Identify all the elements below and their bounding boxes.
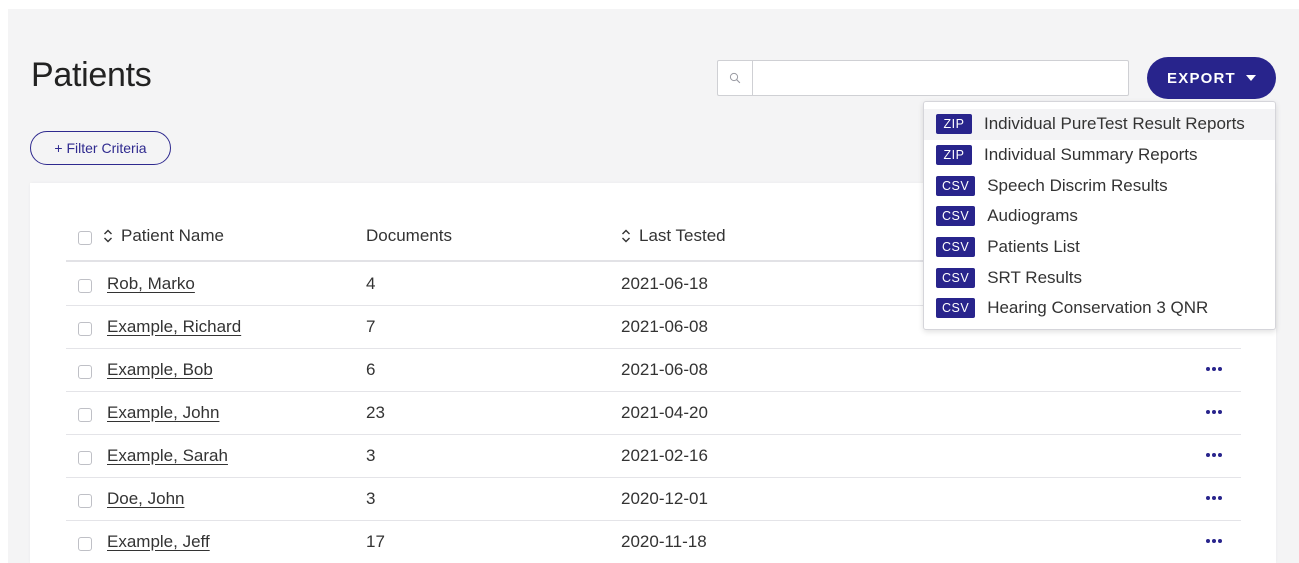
row-checkbox[interactable] — [78, 537, 92, 551]
table-row: Example, Sarah 3 2021-02-16 — [66, 435, 1241, 478]
more-options-icon[interactable] — [1203, 402, 1225, 422]
documents-count: 4 — [366, 274, 376, 293]
export-option-speech-discrim[interactable]: CSV Speech Discrim Results — [924, 170, 1275, 201]
export-button[interactable]: EXPORT — [1147, 57, 1276, 99]
row-checkbox[interactable] — [78, 322, 92, 336]
export-option-srt-results[interactable]: CSV SRT Results — [924, 262, 1275, 293]
documents-count: 6 — [366, 360, 376, 379]
export-dropdown-menu: ZIP Individual PureTest Result Reports Z… — [923, 101, 1276, 330]
page-title: Patients — [31, 56, 152, 94]
format-badge: CSV — [936, 237, 976, 258]
more-options-icon[interactable] — [1203, 488, 1225, 508]
filter-criteria-button[interactable]: + Filter Criteria — [30, 131, 171, 165]
export-option-label: SRT Results — [987, 267, 1082, 287]
search-icon-glyph — [729, 72, 741, 84]
column-label-patient-name: Patient Name — [121, 226, 224, 245]
export-option-hearing-conservation[interactable]: CSV Hearing Conservation 3 QNR — [924, 293, 1275, 324]
format-badge: ZIP — [936, 145, 972, 166]
table-row: Doe, John 3 2020-12-01 — [66, 478, 1241, 521]
format-badge: ZIP — [936, 114, 972, 135]
last-tested-date: 2021-06-08 — [621, 317, 708, 336]
patient-name-link[interactable]: Example, Sarah — [107, 446, 228, 466]
export-option-label: Individual PureTest Result Reports — [984, 114, 1245, 134]
more-options-icon[interactable] — [1203, 445, 1225, 465]
format-badge: CSV — [936, 175, 976, 196]
table-row: Example, John 23 2021-04-20 — [66, 392, 1241, 435]
last-tested-date: 2020-11-18 — [621, 532, 707, 551]
sort-icon — [622, 229, 630, 243]
export-option-label: Speech Discrim Results — [987, 175, 1168, 195]
caret-down-icon — [1245, 75, 1256, 81]
patient-name-link[interactable]: Example, John — [107, 403, 219, 423]
select-all-checkbox[interactable] — [78, 231, 92, 245]
more-options-icon[interactable] — [1203, 359, 1225, 379]
row-checkbox[interactable] — [78, 451, 92, 465]
documents-count: 17 — [366, 532, 385, 551]
sort-icon — [104, 229, 112, 243]
export-option-audiograms[interactable]: CSV Audiograms — [924, 201, 1275, 232]
row-checkbox[interactable] — [78, 494, 92, 508]
row-checkbox[interactable] — [78, 279, 92, 293]
table-row: Example, Jeff 17 2020-11-18 — [66, 521, 1241, 563]
export-option-label: Patients List — [987, 237, 1080, 257]
export-option-label: Individual Summary Reports — [984, 145, 1198, 165]
column-header-documents: Documents — [366, 226, 452, 246]
more-options-icon[interactable] — [1203, 531, 1225, 551]
search-input[interactable] — [753, 61, 1128, 95]
export-option-label: Hearing Conservation 3 QNR — [987, 298, 1209, 318]
row-checkbox[interactable] — [78, 365, 92, 379]
patient-name-link[interactable]: Example, Jeff — [107, 532, 210, 552]
export-option-label: Audiograms — [987, 206, 1078, 226]
export-button-label: EXPORT — [1167, 69, 1236, 87]
documents-count: 3 — [366, 489, 376, 508]
export-option-patients-list[interactable]: CSV Patients List — [924, 232, 1275, 263]
column-header-last-tested[interactable]: Last Tested — [621, 226, 726, 246]
patient-name-link[interactable]: Rob, Marko — [107, 274, 195, 294]
column-label-last-tested: Last Tested — [639, 226, 726, 245]
patient-name-link[interactable]: Example, Richard — [107, 317, 241, 337]
search-box[interactable] — [717, 60, 1129, 96]
export-option-puretest-reports[interactable]: ZIP Individual PureTest Result Reports — [924, 109, 1275, 140]
row-checkbox[interactable] — [78, 408, 92, 422]
documents-count: 7 — [366, 317, 376, 336]
last-tested-date: 2020-12-01 — [621, 489, 708, 508]
documents-count: 3 — [366, 446, 376, 465]
documents-count: 23 — [366, 403, 385, 422]
export-option-summary-reports[interactable]: ZIP Individual Summary Reports — [924, 140, 1275, 171]
format-badge: CSV — [936, 267, 976, 288]
last-tested-date: 2021-06-18 — [621, 274, 708, 293]
last-tested-date: 2021-02-16 — [621, 446, 708, 465]
last-tested-date: 2021-06-08 — [621, 360, 708, 379]
column-header-patient-name[interactable]: Patient Name — [103, 226, 224, 246]
format-badge: CSV — [936, 298, 976, 319]
search-icon[interactable] — [718, 61, 753, 95]
table-row: Example, Bob 6 2021-06-08 — [66, 349, 1241, 392]
format-badge: CSV — [936, 206, 976, 227]
last-tested-date: 2021-04-20 — [621, 403, 708, 422]
patient-name-link[interactable]: Example, Bob — [107, 360, 213, 380]
patient-name-link[interactable]: Doe, John — [107, 489, 185, 509]
column-label-documents: Documents — [366, 226, 452, 245]
